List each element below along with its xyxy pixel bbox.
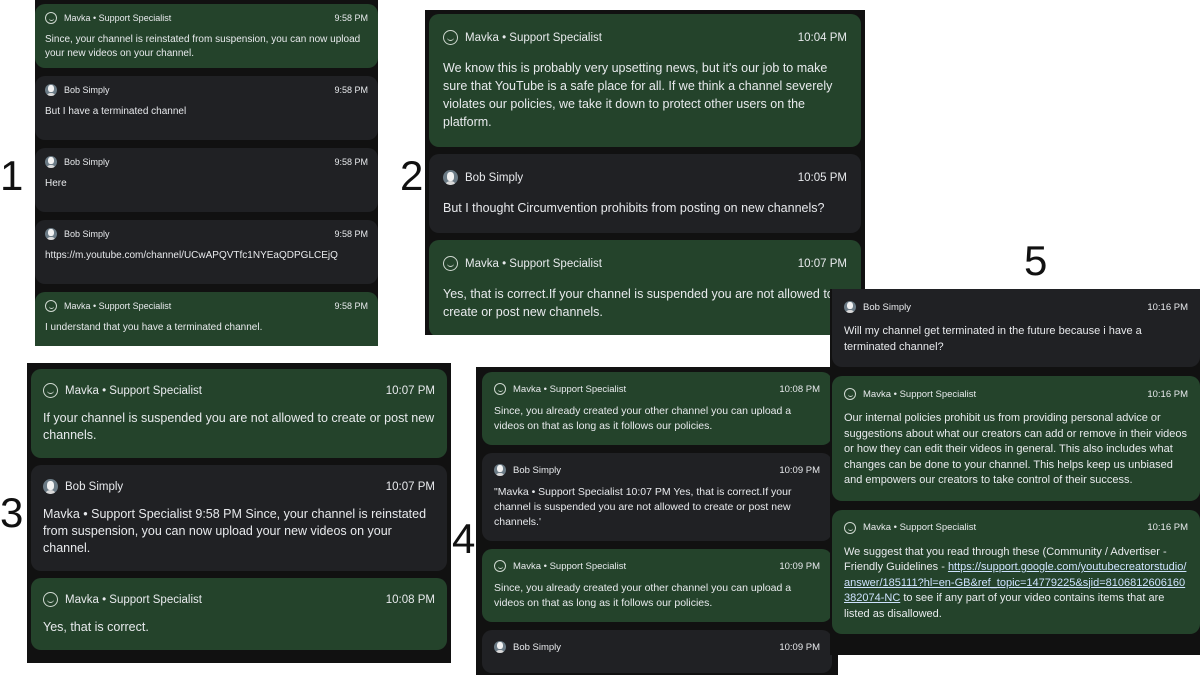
message-text: Yes, that is correct.If your channel is … [443, 287, 834, 319]
message-time: 10:09 PM [779, 560, 820, 572]
message-text: Will my channel get terminated in the fu… [844, 325, 1142, 353]
message-time: 9:58 PM [334, 157, 368, 167]
chat-message: Mavka • Support Specialist 10:08 PM Since… [482, 372, 832, 445]
chat-message: Mavka • Support Specialist 10:09 PM Since… [482, 549, 832, 622]
message-sender: Bob Simply [863, 301, 912, 313]
user-avatar-icon [45, 156, 57, 168]
user-avatar-icon [443, 170, 458, 185]
screenshot-number-5: 5 [1024, 237, 1048, 284]
smile-face-icon [494, 383, 506, 395]
user-avatar-icon [844, 301, 856, 313]
message-time: 9:58 PM [334, 13, 368, 23]
chat-message: Mavka • Support Specialist 9:58 PM I unde… [35, 292, 378, 346]
message-time: 10:07 PM [797, 257, 847, 270]
message-time: 10:07 PM [385, 384, 435, 397]
message-text: Since, you already created your other ch… [494, 582, 792, 609]
chat-message: Mavka • Support Specialist 10:08 PM Yes, … [31, 578, 447, 650]
message-text: https://m.youtube.com/channel/UCwAPQVTfc… [45, 250, 338, 261]
message-time: 10:16 PM [1147, 301, 1188, 313]
smile-face-icon [45, 300, 57, 312]
chat-message: Bob Simply 10:05 PM But I thought Circumv… [429, 154, 861, 233]
message-time: 10:09 PM [779, 641, 820, 653]
chat-message: Bob Simply 9:58 PM But I have a terminate… [35, 76, 378, 140]
message-time: 9:58 PM [334, 301, 368, 311]
smile-face-icon [43, 383, 58, 398]
chat-message: Bob Simply 10:09 PM [482, 630, 832, 673]
message-sender: Bob Simply [64, 85, 110, 95]
user-avatar-icon [494, 464, 506, 476]
chat-panel-1: Mavka • Support Specialist 9:58 PM Since,… [35, 0, 378, 346]
message-text: Since, you already created your other ch… [494, 405, 792, 432]
message-text: We suggest that you read through these (… [844, 545, 1188, 623]
message-text: If your channel is suspended you are not… [43, 411, 435, 442]
screenshot-number-2: 2 [400, 152, 424, 199]
message-sender: Mavka • Support Specialist [863, 388, 977, 400]
message-sender: Mavka • Support Specialist [65, 384, 202, 397]
message-time: 10:16 PM [1147, 522, 1188, 533]
message-time: 9:58 PM [334, 229, 368, 239]
message-text: Here [45, 178, 67, 189]
user-avatar-icon [43, 479, 58, 494]
chat-message: Bob Simply 10:16 PM Will my channel get t… [832, 289, 1200, 367]
message-time: 10:08 PM [385, 593, 435, 606]
smile-face-icon [494, 560, 506, 572]
chat-message: Bob Simply 10:07 PM Mavka • Support Speci… [31, 465, 447, 571]
message-time: 10:07 PM [385, 480, 435, 493]
message-time: 9:58 PM [334, 85, 368, 95]
message-text: "Mavka • Support Specialist 10:07 PM Yes… [494, 486, 792, 528]
chat-panel-2: Mavka • Support Specialist 10:04 PM We kn… [425, 10, 865, 335]
message-text: Our internal policies prohibit us from p… [844, 412, 1188, 486]
message-time: 10:04 PM [797, 31, 847, 44]
screenshot-number-4: 4 [452, 515, 476, 562]
message-sender: Mavka • Support Specialist [65, 593, 202, 606]
screenshot-number-3: 3 [0, 489, 24, 536]
message-sender: Mavka • Support Specialist [64, 13, 172, 23]
message-sender: Bob Simply [64, 229, 110, 239]
chat-panel-3: Mavka • Support Specialist 10:07 PM If yo… [27, 363, 451, 663]
chat-message: Mavka • Support Specialist 10:16 PM We su… [832, 509, 1200, 634]
message-text: But I have a terminated channel [45, 106, 187, 117]
chat-message: Bob Simply 9:58 PM Here [35, 148, 378, 212]
message-time: 10:16 PM [1147, 388, 1188, 400]
smile-face-icon [844, 521, 856, 534]
chat-panel-5: Bob Simply 10:16 PM Will my channel get t… [830, 289, 1200, 655]
smile-face-icon [43, 592, 58, 607]
smile-face-icon [45, 12, 57, 24]
message-text: But I thought Circumvention prohibits fr… [443, 201, 825, 215]
smile-face-icon [844, 388, 856, 400]
chat-panel-4: Mavka • Support Specialist 10:08 PM Since… [476, 367, 838, 675]
user-avatar-icon [45, 228, 57, 240]
smile-face-icon [443, 30, 458, 45]
message-text: I understand that you have a terminated … [45, 322, 263, 333]
message-sender: Bob Simply [513, 641, 562, 653]
message-text: Since, your channel is reinstated from s… [45, 34, 361, 59]
message-sender: Bob Simply [465, 171, 524, 184]
chat-message: Mavka • Support Specialist 10:07 PM If yo… [31, 369, 447, 458]
screenshot-number-1: 1 [0, 152, 24, 199]
smile-face-icon [443, 256, 458, 271]
message-sender: Mavka • Support Specialist [64, 301, 172, 311]
message-sender: Mavka • Support Specialist [513, 560, 627, 572]
chat-message: Mavka • Support Specialist 10:07 PM Yes, … [429, 240, 861, 335]
message-sender: Bob Simply [513, 464, 562, 476]
message-sender: Mavka • Support Specialist [513, 383, 627, 395]
chat-message: Bob Simply 10:09 PM "Mavka • Support Spec… [482, 453, 832, 541]
message-sender: Bob Simply [65, 480, 124, 493]
message-time: 10:05 PM [797, 171, 847, 184]
message-time: 10:09 PM [779, 464, 820, 476]
user-avatar-icon [45, 84, 57, 96]
user-avatar-icon [494, 641, 506, 653]
message-sender: Mavka • Support Specialist [465, 31, 602, 44]
chat-message: Mavka • Support Specialist 10:04 PM We kn… [429, 14, 861, 147]
message-text: We know this is probably very upsetting … [443, 61, 833, 129]
message-text: Yes, that is correct. [43, 620, 149, 634]
chat-message: Mavka • Support Specialist 10:16 PM Our i… [832, 376, 1200, 501]
message-text: Mavka • Support Specialist 9:58 PM Since… [43, 507, 427, 555]
chat-message: Bob Simply 9:58 PM https://m.youtube.com/… [35, 220, 378, 284]
chat-message: Mavka • Support Specialist 9:58 PM Since,… [35, 4, 378, 68]
message-sender: Bob Simply [64, 157, 110, 167]
message-sender: Mavka • Support Specialist [465, 257, 602, 270]
message-time: 10:08 PM [779, 383, 820, 395]
message-sender: Mavka • Support Specialist [863, 522, 977, 533]
